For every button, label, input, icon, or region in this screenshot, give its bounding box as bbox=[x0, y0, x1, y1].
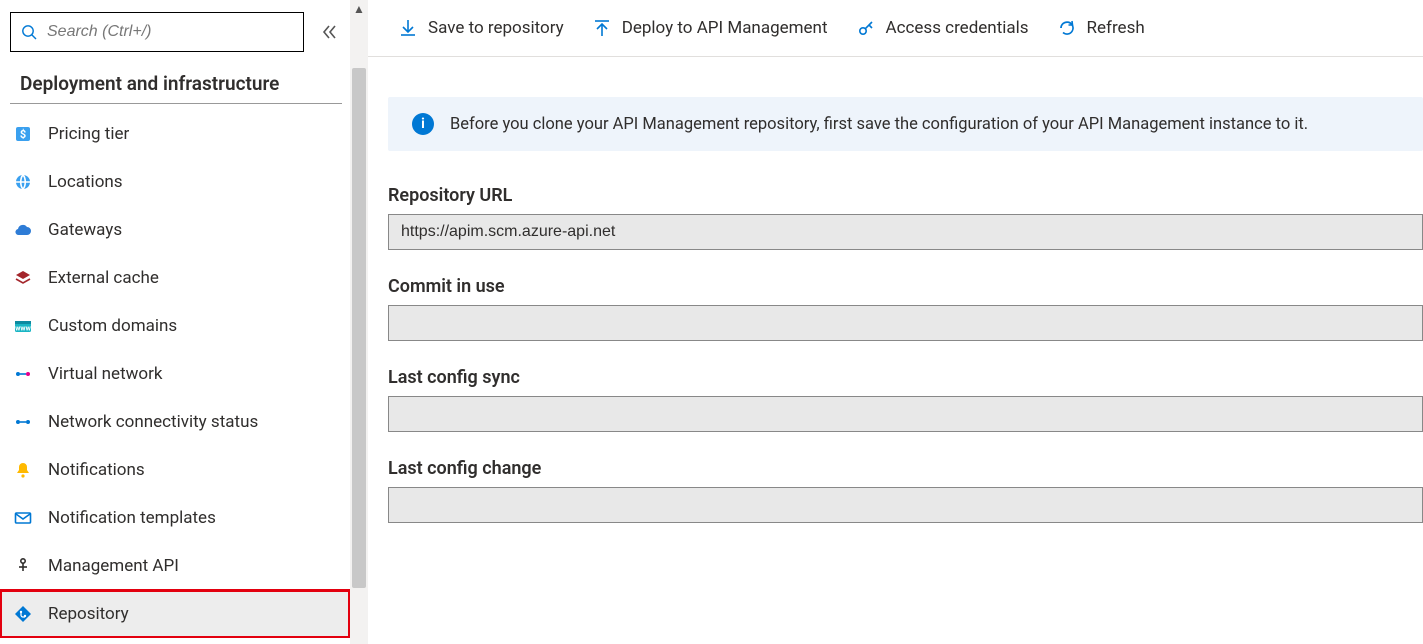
collapse-sidebar-button[interactable] bbox=[316, 19, 342, 45]
sidebar-item-gateways[interactable]: Gateways bbox=[0, 206, 350, 254]
cloud-icon bbox=[12, 219, 34, 241]
sidebar-item-label: Locations bbox=[48, 172, 123, 192]
last-config-change-field[interactable] bbox=[388, 487, 1423, 523]
sidebar: Deployment and infrastructure $ Pricing t… bbox=[0, 0, 350, 644]
refresh-icon bbox=[1057, 18, 1077, 38]
last-config-sync-field[interactable] bbox=[388, 396, 1423, 432]
commit-in-use-label: Commit in use bbox=[388, 276, 1423, 297]
sidebar-item-custom-domains[interactable]: www Custom domains bbox=[0, 302, 350, 350]
refresh-button[interactable]: Refresh bbox=[1057, 18, 1145, 38]
search-icon bbox=[21, 24, 37, 40]
save-to-repository-button[interactable]: Save to repository bbox=[398, 18, 564, 38]
sidebar-item-label: Pricing tier bbox=[48, 124, 129, 144]
sidebar-item-network-connectivity-status[interactable]: Network connectivity status bbox=[0, 398, 350, 446]
search-box[interactable] bbox=[10, 12, 304, 52]
main-content: Save to repository Deploy to API Managem… bbox=[368, 0, 1423, 644]
sidebar-item-label: External cache bbox=[48, 268, 159, 288]
toolbar: Save to repository Deploy to API Managem… bbox=[368, 0, 1423, 57]
sidebar-scrollbar[interactable]: ▲ bbox=[350, 0, 368, 644]
toolbar-label: Access credentials bbox=[886, 18, 1029, 38]
sidebar-item-label: Notification templates bbox=[48, 508, 216, 528]
sidebar-item-virtual-network[interactable]: Virtual network bbox=[0, 350, 350, 398]
commit-in-use-field[interactable] bbox=[388, 305, 1423, 341]
sidebar-item-notification-templates[interactable]: Notification templates bbox=[0, 494, 350, 542]
repository-url-label: Repository URL bbox=[388, 185, 1423, 206]
last-config-sync-label: Last config sync bbox=[388, 367, 1423, 388]
sidebar-item-label: Network connectivity status bbox=[48, 412, 258, 432]
access-credentials-button[interactable]: Access credentials bbox=[856, 18, 1029, 38]
scroll-up-arrow[interactable]: ▲ bbox=[350, 2, 368, 16]
toolbar-label: Save to repository bbox=[428, 18, 564, 38]
repo-icon bbox=[12, 603, 34, 625]
sidebar-item-label: Repository bbox=[48, 604, 129, 624]
sidebar-item-notifications[interactable]: Notifications bbox=[0, 446, 350, 494]
pricing-tier-icon: $ bbox=[12, 123, 34, 145]
api-icon bbox=[12, 555, 34, 577]
sidebar-item-label: Gateways bbox=[48, 220, 122, 240]
upload-icon bbox=[592, 18, 612, 38]
toolbar-label: Refresh bbox=[1087, 18, 1145, 38]
info-icon: i bbox=[412, 113, 434, 135]
scrollbar-thumb[interactable] bbox=[352, 68, 366, 588]
sidebar-nav: $ Pricing tier Locations Gateways External c… bbox=[0, 110, 350, 638]
search-input[interactable] bbox=[45, 22, 293, 42]
sidebar-item-external-cache[interactable]: External cache bbox=[0, 254, 350, 302]
sidebar-item-management-api[interactable]: Management API bbox=[0, 542, 350, 590]
key-icon bbox=[856, 18, 876, 38]
sidebar-item-label: Management API bbox=[48, 556, 179, 576]
sidebar-item-label: Notifications bbox=[48, 460, 145, 480]
svg-text:www: www bbox=[15, 325, 31, 333]
sidebar-item-label: Virtual network bbox=[48, 364, 162, 384]
sidebar-item-pricing-tier[interactable]: $ Pricing tier bbox=[0, 110, 350, 158]
cache-icon bbox=[12, 267, 34, 289]
bell-icon bbox=[12, 459, 34, 481]
sidebar-item-label: Custom domains bbox=[48, 316, 177, 336]
globe-icon bbox=[12, 171, 34, 193]
last-config-change-label: Last config change bbox=[388, 458, 1423, 479]
info-banner: i Before you clone your API Management r… bbox=[388, 97, 1423, 151]
deploy-button[interactable]: Deploy to API Management bbox=[592, 18, 828, 38]
sidebar-item-locations[interactable]: Locations bbox=[0, 158, 350, 206]
download-icon bbox=[398, 18, 418, 38]
repository-url-field[interactable] bbox=[388, 214, 1423, 250]
mail-icon bbox=[12, 507, 34, 529]
info-banner-text: Before you clone your API Management rep… bbox=[450, 115, 1308, 134]
connectivity-icon bbox=[12, 411, 34, 433]
network-icon bbox=[12, 363, 34, 385]
toolbar-label: Deploy to API Management bbox=[622, 18, 828, 38]
sidebar-item-repository[interactable]: Repository bbox=[0, 590, 350, 638]
sidebar-section-header: Deployment and infrastructure bbox=[10, 62, 342, 104]
domain-icon: www bbox=[12, 315, 34, 337]
svg-text:$: $ bbox=[20, 128, 26, 141]
